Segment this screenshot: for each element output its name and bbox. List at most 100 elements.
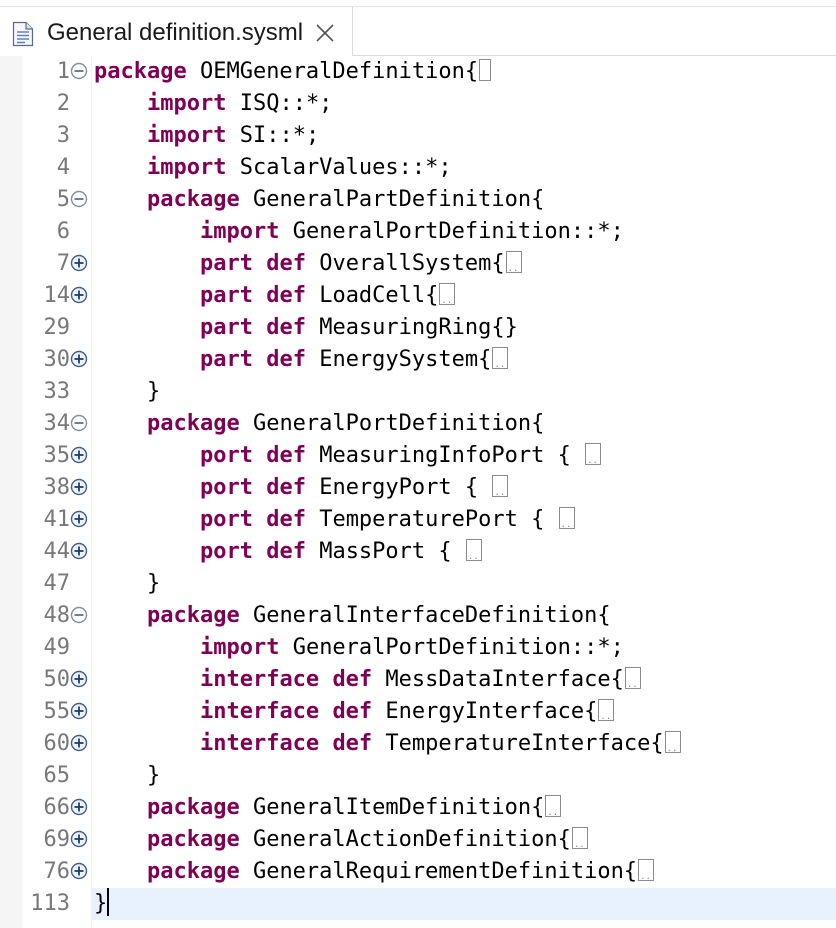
code-line[interactable]: 7 part def OverallSystem{ bbox=[0, 248, 836, 280]
code-token: MessDataInterface{ bbox=[372, 667, 624, 692]
expand-fold-icon[interactable] bbox=[70, 830, 88, 848]
expand-fold-icon[interactable] bbox=[70, 286, 88, 304]
code-text[interactable]: package GeneralPortDefinition{ bbox=[94, 408, 544, 440]
code-text[interactable]: package GeneralActionDefinition{ bbox=[94, 824, 588, 856]
expand-fold-icon[interactable] bbox=[70, 350, 88, 368]
code-line[interactable]: 69 package GeneralActionDefinition{ bbox=[0, 824, 836, 856]
keyword-token: part bbox=[199, 315, 253, 340]
code-line[interactable]: 29 part def MeasuringRing{} bbox=[0, 312, 836, 344]
code-text[interactable]: part def LoadCell{ bbox=[94, 280, 456, 312]
code-text[interactable]: } bbox=[94, 888, 110, 920]
expand-fold-icon[interactable] bbox=[70, 702, 88, 720]
code-text[interactable]: port def TemperaturePort { bbox=[94, 504, 575, 536]
expand-fold-icon[interactable] bbox=[70, 542, 88, 560]
code-text[interactable]: part def MeasuringRing{} bbox=[94, 312, 518, 344]
code-line[interactable]: 66 package GeneralItemDefinition{ bbox=[0, 792, 836, 824]
code-line[interactable]: 6 import GeneralPortDefinition::*; bbox=[0, 216, 836, 248]
code-text[interactable]: import GeneralPortDefinition::*; bbox=[94, 632, 624, 664]
code-text[interactable]: port def MassPort { bbox=[94, 536, 482, 568]
code-line[interactable]: 35 port def MeasuringInfoPort { bbox=[0, 440, 836, 472]
code-editor[interactable]: 1 package OEMGeneralDefinition{2 import I… bbox=[0, 56, 836, 928]
code-line[interactable]: 60 interface def TemperatureInterface{ bbox=[0, 728, 836, 760]
code-line[interactable]: 65 } bbox=[0, 760, 836, 792]
code-line[interactable]: 49 import GeneralPortDefinition::*; bbox=[0, 632, 836, 664]
code-text[interactable]: interface def EnergyInterface{ bbox=[94, 696, 615, 728]
code-text[interactable]: import GeneralPortDefinition::*; bbox=[94, 216, 624, 248]
code-text[interactable]: port def EnergyPort { bbox=[94, 472, 509, 504]
folded-code-ellipsis-icon[interactable] bbox=[545, 795, 562, 818]
code-line[interactable]: 30 part def EnergySystem{ bbox=[0, 344, 836, 376]
collapse-fold-icon[interactable] bbox=[70, 62, 88, 80]
code-line[interactable]: 38 port def EnergyPort { bbox=[0, 472, 836, 504]
expand-fold-icon[interactable] bbox=[70, 798, 88, 816]
folded-code-ellipsis-icon[interactable] bbox=[492, 347, 509, 370]
code-line[interactable]: 34 package GeneralPortDefinition{ bbox=[0, 408, 836, 440]
keyword-token: package bbox=[146, 187, 240, 212]
code-text[interactable]: package GeneralPartDefinition{ bbox=[94, 184, 544, 216]
folded-code-ellipsis-icon[interactable] bbox=[585, 443, 602, 466]
code-line[interactable]: 50 interface def MessDataInterface{ bbox=[0, 664, 836, 696]
code-line[interactable]: 44 port def MassPort { bbox=[0, 536, 836, 568]
folded-code-ellipsis-icon[interactable] bbox=[571, 827, 588, 850]
code-line[interactable]: 113} bbox=[0, 888, 836, 920]
code-token: EnergySystem{ bbox=[305, 347, 492, 372]
collapse-fold-icon[interactable] bbox=[70, 606, 88, 624]
folded-code-ellipsis-icon[interactable] bbox=[505, 251, 522, 274]
code-line[interactable]: 3 import SI::*; bbox=[0, 120, 836, 152]
folded-code-ellipsis-icon[interactable] bbox=[638, 859, 655, 882]
code-line[interactable]: 47 } bbox=[0, 568, 836, 600]
code-text[interactable]: import SI::*; bbox=[94, 120, 319, 152]
expand-fold-icon[interactable] bbox=[70, 862, 88, 880]
folded-code-ellipsis-icon[interactable] bbox=[439, 283, 456, 306]
line-number: 55 bbox=[43, 699, 71, 724]
expand-fold-icon[interactable] bbox=[70, 734, 88, 752]
expand-fold-icon[interactable] bbox=[70, 670, 88, 688]
close-icon[interactable] bbox=[314, 22, 336, 44]
code-line[interactable]: 33 } bbox=[0, 376, 836, 408]
code-token: OverallSystem{ bbox=[305, 251, 505, 276]
collapse-fold-icon[interactable] bbox=[70, 414, 88, 432]
expand-fold-icon[interactable] bbox=[70, 446, 88, 464]
code-text[interactable]: import ScalarValues::*; bbox=[94, 152, 452, 184]
collapse-fold-icon[interactable] bbox=[70, 190, 88, 208]
expand-fold-icon[interactable] bbox=[70, 478, 88, 496]
code-text[interactable]: package GeneralItemDefinition{ bbox=[94, 792, 562, 824]
expand-fold-icon[interactable] bbox=[70, 254, 88, 272]
line-number: 65 bbox=[43, 763, 71, 788]
code-line[interactable]: 55 interface def EnergyInterface{ bbox=[0, 696, 836, 728]
code-text[interactable]: port def MeasuringInfoPort { bbox=[94, 440, 602, 472]
code-token: } bbox=[94, 379, 161, 404]
code-line[interactable]: 14 part def LoadCell{ bbox=[0, 280, 836, 312]
folded-code-ellipsis-icon[interactable] bbox=[598, 699, 615, 722]
folded-code-ellipsis-icon[interactable] bbox=[664, 731, 681, 754]
code-text[interactable]: package GeneralRequirementDefinition{ bbox=[94, 856, 655, 888]
folded-code-ellipsis-icon[interactable] bbox=[492, 475, 509, 498]
code-line[interactable]: 2 import ISQ::*; bbox=[0, 88, 836, 120]
line-number: 3 bbox=[56, 123, 70, 148]
code-line[interactable]: 1 package OEMGeneralDefinition{ bbox=[0, 56, 836, 88]
code-line[interactable]: 41 port def TemperaturePort { bbox=[0, 504, 836, 536]
expand-fold-icon[interactable] bbox=[70, 510, 88, 528]
code-line[interactable]: 76 package GeneralRequirementDefinition{ bbox=[0, 856, 836, 888]
code-line[interactable]: 5 package GeneralPartDefinition{ bbox=[0, 184, 836, 216]
code-text[interactable]: interface def MessDataInterface{ bbox=[94, 664, 641, 696]
folded-code-ellipsis-icon[interactable] bbox=[558, 507, 575, 530]
tab-general-definition[interactable]: General definition.sysml bbox=[0, 7, 353, 55]
code-line[interactable]: 4 import ScalarValues::*; bbox=[0, 152, 836, 184]
folded-code-ellipsis-icon[interactable] bbox=[624, 667, 641, 690]
code-text[interactable]: } bbox=[94, 568, 160, 600]
code-line[interactable]: 48 package GeneralInterfaceDefinition{ bbox=[0, 600, 836, 632]
code-text[interactable]: import ISQ::*; bbox=[94, 88, 332, 120]
code-text[interactable]: } bbox=[94, 376, 160, 408]
code-text[interactable]: package OEMGeneralDefinition{ bbox=[94, 56, 492, 88]
code-text[interactable]: interface def TemperatureInterface{ bbox=[94, 728, 681, 760]
code-text[interactable]: package GeneralInterfaceDefinition{ bbox=[94, 600, 611, 632]
code-text[interactable]: part def OverallSystem{ bbox=[94, 248, 522, 280]
folded-code-ellipsis-icon[interactable] bbox=[465, 539, 482, 562]
code-text[interactable]: part def EnergySystem{ bbox=[94, 344, 509, 376]
code-token: EnergyPort { bbox=[305, 475, 492, 500]
code-text[interactable]: } bbox=[94, 760, 160, 792]
